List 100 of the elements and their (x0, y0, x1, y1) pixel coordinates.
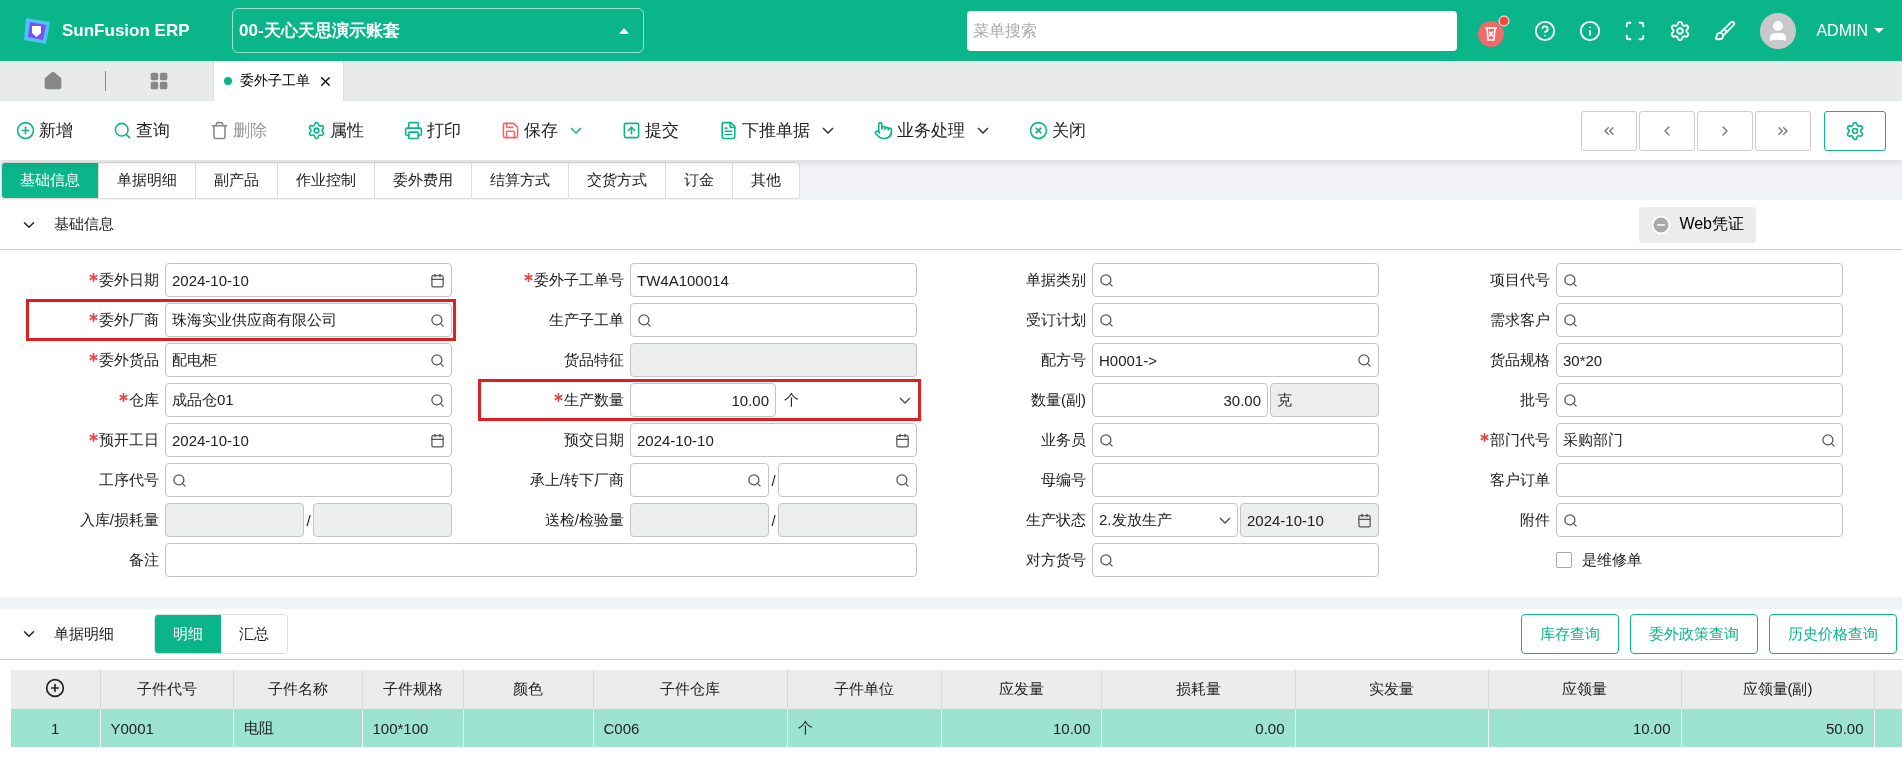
column-header: 子件名称 (233, 670, 362, 709)
first-record-button[interactable] (1581, 110, 1637, 151)
search-field[interactable] (1092, 263, 1379, 297)
web-voucher-button[interactable]: Web凭证 (1639, 206, 1756, 243)
search-field[interactable]: H0001-> (1092, 343, 1379, 377)
status-select[interactable]: 2.发放生产 (1092, 503, 1238, 537)
search-field[interactable]: 珠海实业供应商有限公司 (165, 303, 452, 337)
column-header: 子件规格 (362, 670, 463, 709)
search-icon (1099, 552, 1114, 568)
field-label: 批号 (1520, 390, 1550, 410)
column-header: 子件单位 (787, 670, 941, 709)
form-tab[interactable]: 作业控制 (278, 161, 375, 199)
search-field[interactable] (1092, 303, 1379, 337)
input-field[interactable]: 克 (1270, 383, 1379, 417)
trash-notification-icon[interactable] (1477, 13, 1512, 48)
section-title: 单据明细 (54, 624, 114, 644)
field-label: 委外日期 (99, 270, 159, 290)
search-icon (1563, 312, 1578, 328)
add-row-icon[interactable] (45, 678, 66, 698)
search-field[interactable] (1556, 383, 1843, 417)
search-icon (1357, 352, 1372, 368)
last-record-button[interactable] (1755, 110, 1811, 151)
search-field[interactable] (1556, 503, 1843, 537)
field-label: 仓库 (129, 390, 159, 410)
input-field[interactable] (165, 503, 305, 537)
checkbox-label: 是维修单 (1582, 550, 1642, 570)
calendar-icon (895, 432, 910, 448)
form-tab[interactable]: 订金 (666, 161, 733, 199)
input-field[interactable]: 30*20 (1556, 343, 1843, 377)
date-field[interactable]: 2024-10-10 (165, 423, 452, 457)
search-field[interactable] (1556, 303, 1843, 337)
date-field[interactable]: 2024-10-10 (165, 263, 452, 297)
toolbar-button[interactable]: 查询 (113, 119, 170, 142)
field-label: 母编号 (1041, 470, 1086, 490)
previous-record-button[interactable] (1639, 110, 1695, 151)
form-tab[interactable]: 单据明细 (99, 161, 196, 199)
form-tab[interactable]: 其他 (733, 161, 800, 199)
field-label: 送检/检验量 (544, 510, 624, 530)
field-label: 委外货品 (99, 350, 159, 370)
search-field[interactable] (630, 463, 770, 497)
toolbar-button[interactable]: 属性 (307, 119, 364, 142)
page-tab[interactable]: 委外子工单 (213, 61, 344, 101)
date-field[interactable]: 2024-10-10 (630, 423, 917, 457)
form-tab[interactable]: 交货方式 (569, 161, 666, 199)
input-field[interactable] (312, 503, 452, 537)
input-field[interactable]: 10.00 (630, 383, 776, 417)
column-header: 子件仓库 (593, 670, 787, 709)
search-field[interactable] (630, 303, 917, 337)
form-tab[interactable]: 委外费用 (375, 161, 472, 199)
input-field[interactable] (777, 503, 917, 537)
separator-text: / (771, 511, 776, 529)
search-icon (895, 472, 910, 488)
form-tab[interactable]: 结算方式 (472, 161, 569, 199)
brush-icon[interactable] (1714, 19, 1737, 42)
toolbar-button[interactable]: 业务处理 (874, 119, 989, 142)
input-field[interactable] (1092, 463, 1379, 497)
field-label: 受订计划 (1026, 310, 1086, 330)
date-field[interactable]: 2024-10-10 (1240, 503, 1379, 537)
search-field[interactable] (1556, 263, 1843, 297)
table-cell: 10.00 (941, 709, 1101, 747)
next-record-button[interactable] (1697, 110, 1753, 151)
search-icon (1563, 392, 1578, 408)
form-tab[interactable]: 副产品 (196, 161, 278, 199)
chevron-down-icon (570, 127, 582, 134)
field-label: 工序代号 (99, 470, 159, 490)
checkbox[interactable] (1556, 552, 1572, 568)
menu-search-field[interactable]: 菜单搜索 (967, 10, 1458, 51)
input-field[interactable] (630, 503, 770, 537)
toolbar-button[interactable]: 新增 (16, 119, 73, 142)
column-header: 应领量(副) (1681, 670, 1874, 709)
input-field[interactable] (1556, 463, 1843, 497)
settings-button[interactable] (1824, 110, 1886, 151)
search-field[interactable] (1092, 423, 1379, 457)
search-icon (1821, 432, 1836, 448)
search-field[interactable]: 配电柜 (165, 343, 452, 377)
table-cell: 100*100 (362, 709, 463, 747)
input-field[interactable] (630, 343, 917, 377)
fullscreen-icon[interactable] (1624, 19, 1647, 42)
input-field[interactable]: TW4A100014 (630, 263, 917, 297)
toolbar-button[interactable]: 下推单据 (719, 119, 834, 142)
toolbar-button[interactable]: 关闭 (1029, 119, 1086, 142)
search-icon (430, 312, 445, 328)
status-dot (224, 77, 232, 85)
toolbar-button[interactable]: 打印 (404, 119, 461, 142)
settings-icon[interactable] (1669, 19, 1692, 42)
help-icon[interactable] (1534, 19, 1557, 42)
search-field[interactable] (777, 463, 917, 497)
field-label: 预开工日 (99, 430, 159, 450)
search-icon (430, 352, 445, 368)
search-field[interactable] (165, 463, 452, 497)
toolbar-button[interactable]: 提交 (622, 119, 679, 142)
avatar-icon[interactable] (1760, 12, 1797, 49)
input-field[interactable] (165, 543, 917, 577)
toolbar-button[interactable]: 保存 (501, 119, 582, 142)
search-field[interactable] (1092, 543, 1379, 577)
info-icon[interactable] (1579, 19, 1602, 42)
table-cell: C006 (593, 709, 787, 747)
search-field[interactable]: 采购部门 (1556, 423, 1843, 457)
search-field[interactable]: 成品仓01 (165, 383, 452, 417)
input-field[interactable]: 30.00 (1092, 383, 1268, 417)
